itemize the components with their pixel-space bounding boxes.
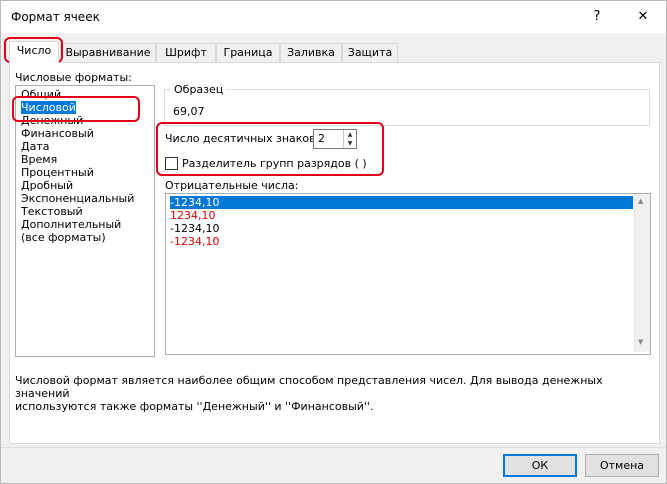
list-item[interactable]: Текстовый xyxy=(21,205,83,218)
description-line-1: Числовой формат является наиболее общим … xyxy=(15,374,603,400)
list-item[interactable]: Финансовый xyxy=(21,127,94,140)
sample-label: Образец xyxy=(171,83,227,96)
list-item[interactable]: Дополнительный xyxy=(21,218,121,231)
format-description: Числовой формат является наиболее общим … xyxy=(15,374,645,413)
description-line-2: используются также форматы ''Денежный'' … xyxy=(15,400,374,413)
format-cells-dialog: Формат ячеек ? ✕ Число Выравнивание Шриф… xyxy=(0,0,667,484)
window-title: Формат ячеек xyxy=(11,10,100,24)
sample-value: 69,07 xyxy=(173,105,205,118)
negative-item[interactable]: -1234,10 xyxy=(170,222,633,235)
close-button[interactable]: ✕ xyxy=(620,1,666,33)
list-item[interactable]: Процентный xyxy=(21,166,94,179)
help-button[interactable]: ? xyxy=(574,1,620,33)
list-item[interactable]: Время xyxy=(21,153,57,166)
cancel-button[interactable]: Отмена xyxy=(585,454,659,477)
formats-label: Числовые форматы: xyxy=(15,71,132,84)
footer-divider xyxy=(1,447,666,448)
sample-group xyxy=(164,89,650,126)
list-item[interactable]: Дата xyxy=(21,140,49,153)
ok-button[interactable]: ОК xyxy=(503,454,577,477)
negative-numbers-label: Отрицательные числа: xyxy=(165,179,299,192)
vertical-scrollbar[interactable]: ▲ ▼ xyxy=(634,194,650,352)
scroll-down-icon[interactable]: ▼ xyxy=(638,338,643,346)
list-item[interactable]: Экспоненциальный xyxy=(21,192,134,205)
scroll-up-icon[interactable]: ▲ xyxy=(638,197,643,205)
tab-alignment[interactable]: Выравнивание xyxy=(60,43,156,62)
highlight-number-format xyxy=(12,96,140,122)
tab-border[interactable]: Граница xyxy=(216,43,280,62)
list-item[interactable]: Дробный xyxy=(21,179,73,192)
negative-item[interactable]: 1234,10 xyxy=(170,209,633,222)
tab-font[interactable]: Шрифт xyxy=(156,43,216,62)
close-icon: ✕ xyxy=(637,9,649,24)
title-bar: Формат ячеек ? ✕ xyxy=(1,1,666,33)
highlight-number-options xyxy=(156,122,384,176)
list-item[interactable]: (все форматы) xyxy=(21,231,106,244)
tab-protection[interactable]: Защита xyxy=(342,43,398,62)
tab-number[interactable]: Число xyxy=(9,41,59,63)
tab-fill[interactable]: Заливка xyxy=(280,43,342,62)
negative-item-selected[interactable]: -1234,10 xyxy=(170,196,633,209)
negative-numbers-list[interactable]: -1234,10 1234,10 -1234,10 -1234,10 ▲ ▼ xyxy=(165,193,651,355)
formats-list[interactable]: Общий Числовой Денежный Финансовый Дата … xyxy=(15,85,155,357)
negative-item[interactable]: -1234,10 xyxy=(170,235,633,248)
